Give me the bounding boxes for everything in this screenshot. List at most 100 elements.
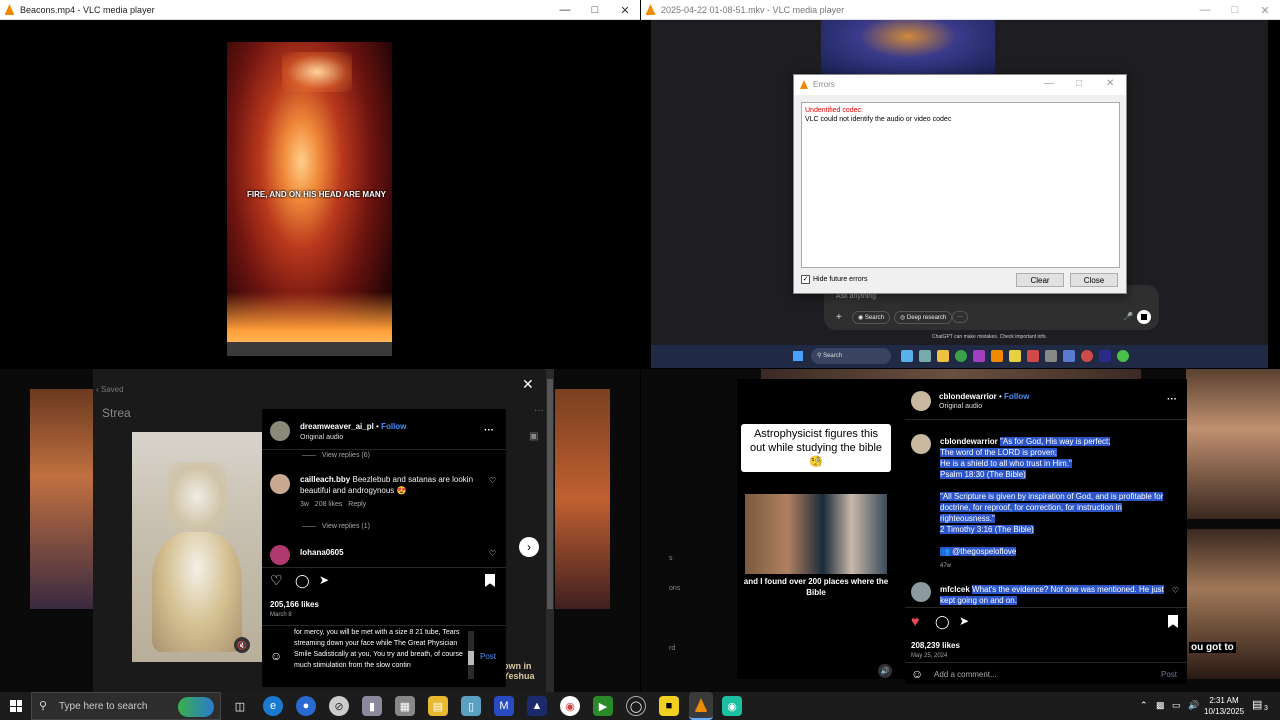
mute-icon[interactable]: 🔇: [234, 637, 250, 653]
scrollbar-thumb[interactable]: [468, 651, 474, 665]
post-button[interactable]: Post: [480, 652, 496, 661]
more-options-icon[interactable]: ···: [1167, 394, 1177, 405]
save-bookmark-icon[interactable]: [1168, 615, 1178, 628]
likes-count[interactable]: 208,239 likes: [911, 641, 960, 650]
minimize-button[interactable]: —: [1044, 78, 1054, 89]
plus-icon[interactable]: +: [836, 312, 842, 323]
view-replies-link[interactable]: —— View replies (6): [302, 452, 370, 459]
audio-label[interactable]: Original audio: [300, 434, 343, 441]
emoji-icon[interactable]: ☺: [270, 649, 282, 663]
avatar[interactable]: [911, 582, 931, 602]
search-button[interactable]: ◉ Search: [852, 311, 890, 324]
avatar[interactable]: [270, 421, 290, 441]
sticky-notes-icon[interactable]: ■: [659, 696, 679, 716]
taskbar-search-input[interactable]: Type here to search: [59, 701, 147, 712]
like-icon[interactable]: ♡: [270, 572, 283, 589]
avatar[interactable]: [911, 391, 931, 411]
saved-back-link[interactable]: ‹ Saved: [96, 385, 124, 394]
post-image[interactable]: 🔇: [132, 432, 262, 662]
dialog-titlebar[interactable]: Errors — □ ✕: [794, 75, 1126, 95]
malwarebytes-icon[interactable]: M: [494, 696, 514, 716]
heart-icon[interactable]: ♡: [489, 476, 496, 485]
sound-icon[interactable]: 🔊: [878, 664, 892, 678]
instagram-window-left[interactable]: ‹ Saved Strea ··· own in Yeshua ✕ 🔇 drea…: [0, 369, 640, 692]
app-icon[interactable]: ⊘: [329, 696, 349, 716]
notification-icon[interactable]: ▤: [1252, 698, 1262, 711]
comment-icon[interactable]: ◯: [935, 614, 950, 630]
heart-icon[interactable]: ♡: [489, 549, 496, 558]
hide-errors-checkbox[interactable]: ✓: [801, 275, 810, 284]
next-post-button[interactable]: ›: [519, 537, 539, 557]
more-options-icon[interactable]: ···: [534, 405, 544, 416]
follow-button[interactable]: Follow: [1004, 392, 1029, 401]
vlc-window-2-titlebar[interactable]: 2025-04-22 01-08-51.mkv - VLC media play…: [641, 0, 1280, 20]
follow-button[interactable]: Follow: [381, 422, 406, 431]
app-icon[interactable]: ▮: [362, 696, 382, 716]
volume-icon[interactable]: 🔊: [1188, 700, 1199, 711]
maximize-button[interactable]: □: [1076, 78, 1082, 89]
edge-icon[interactable]: e: [263, 696, 283, 716]
minimize-button[interactable]: —: [1190, 0, 1220, 20]
more-options-button[interactable]: ···: [952, 311, 968, 323]
start-button[interactable]: [10, 700, 22, 712]
reel-video[interactable]: Astrophysicist figures this out while st…: [737, 379, 905, 679]
scrollbar-thumb[interactable]: [547, 379, 553, 609]
vlc-taskbar-icon[interactable]: [689, 692, 713, 720]
heart-icon[interactable]: ♡: [1172, 586, 1179, 595]
app-icon[interactable]: ▯: [461, 696, 481, 716]
close-icon[interactable]: ✕: [1106, 78, 1114, 89]
page-scrollbar[interactable]: [546, 369, 554, 692]
app-icon[interactable]: ◯: [626, 696, 646, 716]
more-options-icon[interactable]: ···: [484, 425, 494, 436]
vlc-window-1-titlebar[interactable]: Beacons.mp4 - VLC media player — □ ✕: [0, 0, 640, 20]
avatar[interactable]: [270, 474, 290, 494]
app-icon[interactable]: ▦: [395, 696, 415, 716]
likes-count[interactable]: 205,166 likes: [270, 600, 319, 609]
reel-icon[interactable]: ▣: [529, 431, 538, 442]
file-explorer-icon[interactable]: ▤: [428, 696, 448, 716]
comment-username[interactable]: lohana0605: [300, 548, 344, 557]
close-button[interactable]: ✕: [610, 0, 640, 20]
liked-heart-icon[interactable]: ♥: [911, 613, 919, 629]
mention-link[interactable]: 👥 @thegospeloflove: [940, 547, 1017, 556]
stop-button[interactable]: [1137, 310, 1151, 324]
reply-button[interactable]: Reply: [348, 501, 366, 508]
comment-input[interactable]: for mercy, you will be met with a size 8…: [294, 627, 464, 683]
app-icon[interactable]: ◉: [722, 696, 742, 716]
taskbar-search-box[interactable]: ⚲ Type here to search: [31, 692, 221, 720]
clear-button[interactable]: Clear: [1016, 273, 1064, 287]
share-icon[interactable]: ➤: [319, 573, 329, 587]
vlc-video-area-1[interactable]: FIRE, AND ON HIS HEAD ARE MANY: [0, 20, 640, 368]
maximize-button[interactable]: □: [1220, 0, 1250, 20]
input-scrollbar[interactable]: [468, 631, 474, 679]
show-hidden-icons[interactable]: ⌃: [1140, 700, 1148, 711]
mic-icon[interactable]: 🎤: [1123, 312, 1133, 321]
maximize-button[interactable]: □: [580, 0, 610, 20]
error-log-box[interactable]: Undentified codec: VLC could not identif…: [801, 102, 1120, 268]
post-button[interactable]: Post: [1161, 670, 1177, 679]
caption-username[interactable]: cblondewarrior: [940, 437, 998, 446]
username-link[interactable]: dreamweaver_ai_pl: [300, 422, 374, 431]
comment-username[interactable]: mfclcek: [940, 585, 970, 594]
save-bookmark-icon[interactable]: [485, 574, 495, 587]
close-button[interactable]: Close: [1070, 273, 1118, 287]
username-link[interactable]: cblondewarrior: [939, 392, 997, 401]
close-button[interactable]: ✕: [1250, 0, 1280, 20]
network-icon[interactable]: ▭: [1172, 700, 1181, 711]
task-view-icon[interactable]: ◫: [230, 696, 250, 716]
nvidia-icon[interactable]: ▶: [593, 696, 613, 716]
comment-icon[interactable]: ◯: [295, 573, 310, 589]
audio-label[interactable]: Original audio: [939, 403, 982, 410]
tray-icon[interactable]: ▩: [1156, 700, 1165, 711]
add-comment-input[interactable]: Add a comment...: [934, 670, 997, 679]
minimize-button[interactable]: —: [550, 0, 580, 20]
app-icon[interactable]: ▲: [527, 696, 547, 716]
comment-username[interactable]: cailleach.bby: [300, 475, 350, 484]
errors-dialog[interactable]: Errors — □ ✕ Undentified codec: VLC coul…: [793, 74, 1127, 294]
chatgpt-input[interactable]: Ask anything: [836, 293, 876, 300]
view-replies-link[interactable]: —— View replies (1): [302, 523, 370, 530]
share-icon[interactable]: ➤: [959, 614, 969, 628]
chrome-icon[interactable]: ◉: [560, 696, 580, 716]
instagram-window-right[interactable]: ou got to s ons rd Astrophysicist figure…: [641, 369, 1280, 692]
comment-likes[interactable]: 208 likes: [315, 501, 343, 508]
